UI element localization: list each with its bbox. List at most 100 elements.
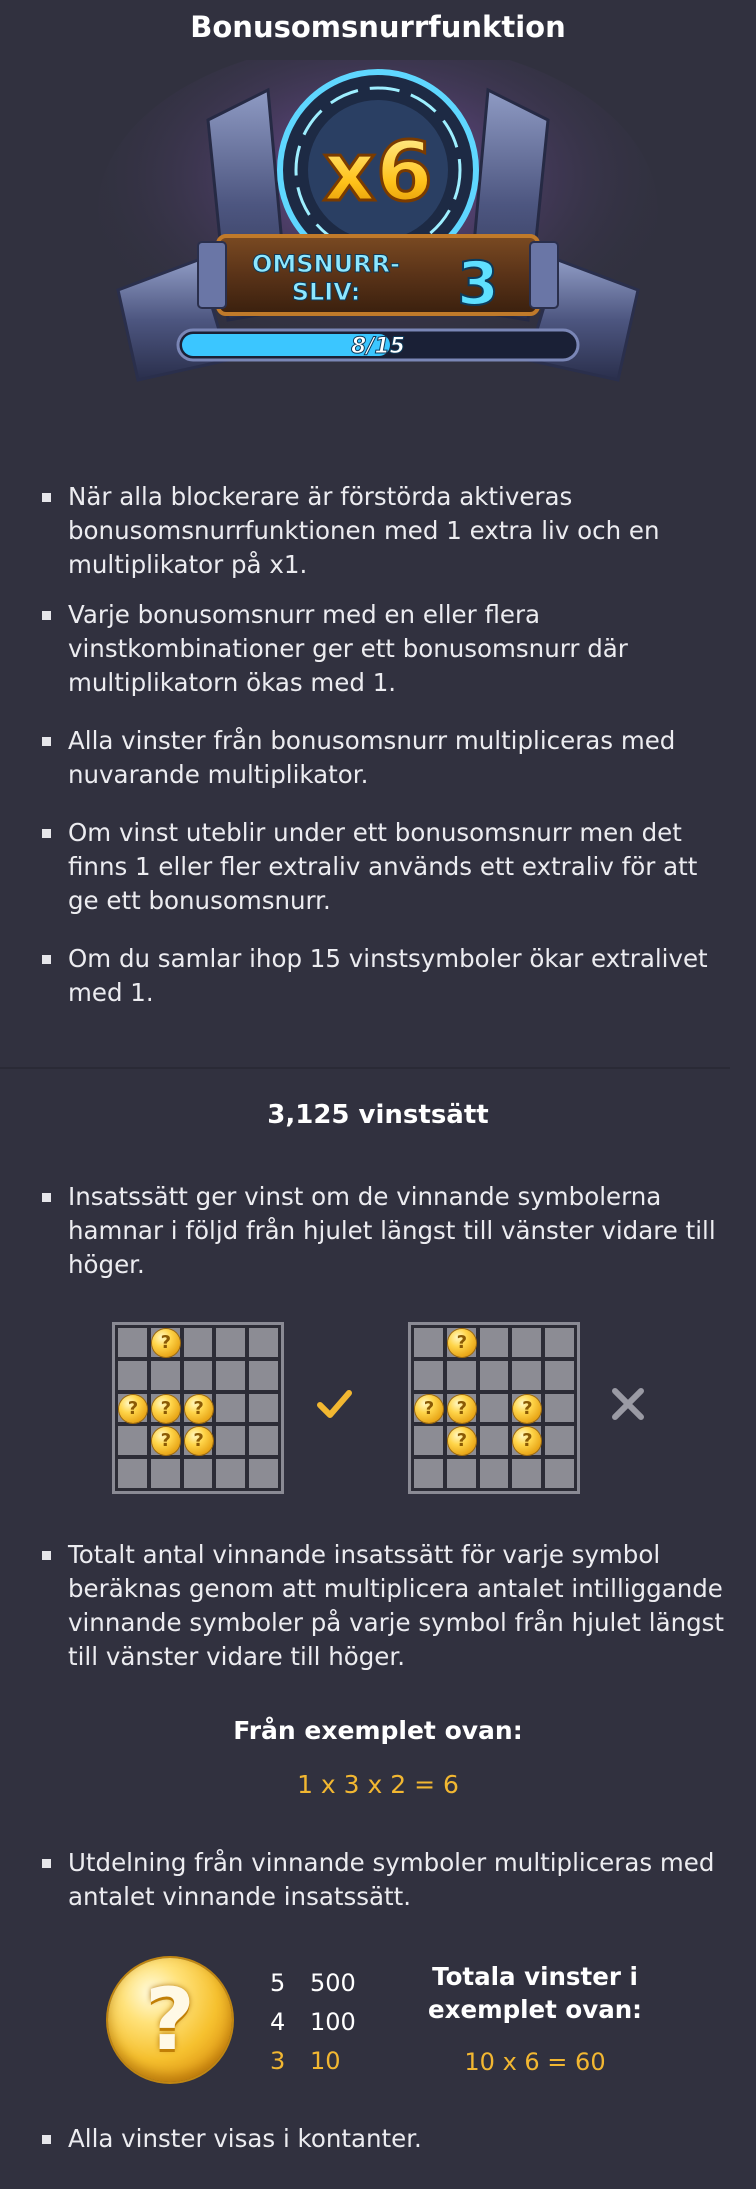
grid-cell: [216, 1393, 246, 1423]
paytable-count: 4: [270, 2008, 286, 2036]
grid-cell: ?: [150, 1426, 180, 1456]
grid-cell: [183, 1360, 213, 1390]
grid-cell: [446, 1360, 476, 1390]
mystery-coin-icon: ?: [184, 1427, 213, 1456]
grid-cell: [216, 1360, 246, 1390]
list-item: Utdelning från vinnande symboler multipl…: [38, 1846, 728, 1914]
grid-cell: [150, 1459, 180, 1488]
section-divider: [0, 1067, 730, 1069]
cross-icon: [612, 1388, 644, 1420]
grid-cell: [414, 1360, 443, 1390]
grid-cell: [414, 1459, 443, 1488]
grid-cell: [545, 1328, 574, 1357]
mystery-coin-icon: ?: [513, 1394, 542, 1423]
paytable-payout: 500: [310, 1969, 356, 1997]
grid-cell: ?: [446, 1426, 476, 1456]
mystery-symbol-icon: ?: [108, 1958, 232, 2082]
lives-label-line1: OMSNURR-: [252, 250, 400, 278]
grid-cell: ?: [183, 1426, 213, 1456]
grid-cell: [249, 1426, 278, 1456]
grid-cell: [183, 1459, 213, 1488]
list-item: Varje bonusomsnurr med en eller flera vi…: [38, 598, 728, 700]
grid-cell: [512, 1328, 542, 1357]
grid-cell: [249, 1360, 278, 1390]
mystery-coin-icon: ?: [447, 1394, 476, 1423]
grid-cell: [249, 1393, 278, 1423]
grid-cell: [150, 1360, 180, 1390]
reel-grid-valid-example: ??????: [112, 1322, 284, 1494]
grid-cell: ?: [118, 1393, 147, 1423]
paytable-payout: 100: [310, 2008, 356, 2036]
grid-cell: ?: [150, 1393, 180, 1423]
example-formula: 1 x 3 x 2 = 6: [297, 1770, 459, 1799]
grid-cell: ?: [512, 1426, 542, 1456]
ways-title: 3,125 vinstsätt: [267, 1100, 489, 1130]
grid-cell: [414, 1328, 443, 1357]
list-item: Om vinst uteblir under ett bonusomsnurr …: [38, 816, 728, 918]
grid-cell: [118, 1328, 147, 1357]
page-title: Bonusomsnurrfunktion: [190, 10, 566, 44]
mystery-coin-icon: ?: [447, 1427, 476, 1456]
grid-cell: [545, 1393, 574, 1423]
grid-cell: [216, 1328, 246, 1357]
grid-cell: [479, 1459, 509, 1488]
grid-cell: [118, 1360, 147, 1390]
grid-cell: [512, 1360, 542, 1390]
payout-rules-list: Utdelning från vinnande symboler multipl…: [38, 1846, 728, 1914]
grid-cell: [545, 1459, 574, 1488]
lives-value: 3: [457, 249, 499, 319]
grid-cell: [414, 1426, 443, 1456]
grid-cell: [512, 1459, 542, 1488]
mystery-coin-icon: ?: [513, 1427, 542, 1456]
symbol-paytable: 5 500 4 100 3 10: [270, 1964, 390, 2081]
paytable-row: 3 10: [270, 2042, 390, 2081]
grid-cell: [216, 1426, 246, 1456]
paytable-row: 4 100: [270, 2003, 390, 2042]
check-icon: [317, 1390, 352, 1418]
progress-text: 8/15: [351, 334, 405, 359]
grid-cell: [118, 1426, 147, 1456]
grid-cell: [479, 1328, 509, 1357]
grid-cell: ?: [414, 1393, 443, 1423]
grid-cell: ?: [150, 1328, 180, 1357]
bonus-spin-illustration: x6 OMSNURR- SLIV: 3 8/15: [98, 60, 658, 382]
reel-grid-invalid-example: ??????: [408, 1322, 580, 1494]
grid-cell: [479, 1393, 509, 1423]
mystery-coin-icon: ?: [119, 1394, 147, 1423]
mystery-coin-icon: ?: [151, 1329, 180, 1357]
grid-cell: [249, 1328, 278, 1357]
grid-cell: ?: [512, 1393, 542, 1423]
grid-cell: [249, 1459, 278, 1488]
paytable-payout: 10: [310, 2047, 341, 2075]
total-formula: 10 x 6 = 60: [464, 2048, 606, 2076]
total-label: Totala vinster i exemplet ovan:: [428, 1962, 642, 2024]
mystery-coin-icon: ?: [184, 1394, 213, 1423]
ways-rules-list: Insatssätt ger vinst om de vinnande symb…: [38, 1180, 728, 1282]
grid-cell: ?: [446, 1328, 476, 1357]
mystery-coin-icon: ?: [447, 1329, 476, 1357]
list-item: Om du samlar ihop 15 vinstsymboler ökar …: [38, 942, 728, 1010]
grid-cell: ?: [446, 1393, 476, 1423]
mystery-coin-icon: ?: [415, 1394, 443, 1423]
list-item: Totalt antal vinnande insatssätt för var…: [38, 1538, 728, 1674]
grid-cell: ?: [183, 1393, 213, 1423]
paytable-count: 5: [270, 1969, 286, 1997]
mystery-coin-icon: ?: [151, 1427, 180, 1456]
grid-cell: [446, 1459, 476, 1488]
list-item: När alla blockerare är förstörda aktiver…: [38, 480, 728, 582]
list-item: Alla vinster visas i kontanter.: [38, 2122, 728, 2156]
example-label: Från exemplet ovan:: [233, 1716, 523, 1745]
grid-cell: [118, 1459, 147, 1488]
total-example: Totala vinster i exemplet ovan: 10 x 6 =…: [420, 1960, 650, 2076]
bonus-rules-list: När alla blockerare är förstörda aktiver…: [38, 480, 728, 1010]
list-item: Alla vinster från bonusomsnurr multiplic…: [38, 724, 728, 792]
multiplier-text: x6: [323, 125, 433, 220]
grid-cell: [545, 1360, 574, 1390]
paytable-row: 5 500: [270, 1964, 390, 2003]
paytable-count: 3: [270, 2047, 286, 2075]
list-item: Insatssätt ger vinst om de vinnande symb…: [38, 1180, 728, 1282]
grid-cell: [479, 1426, 509, 1456]
mystery-coin-icon: ?: [151, 1394, 180, 1423]
grid-cell: [183, 1328, 213, 1357]
grid-cell: [479, 1360, 509, 1390]
